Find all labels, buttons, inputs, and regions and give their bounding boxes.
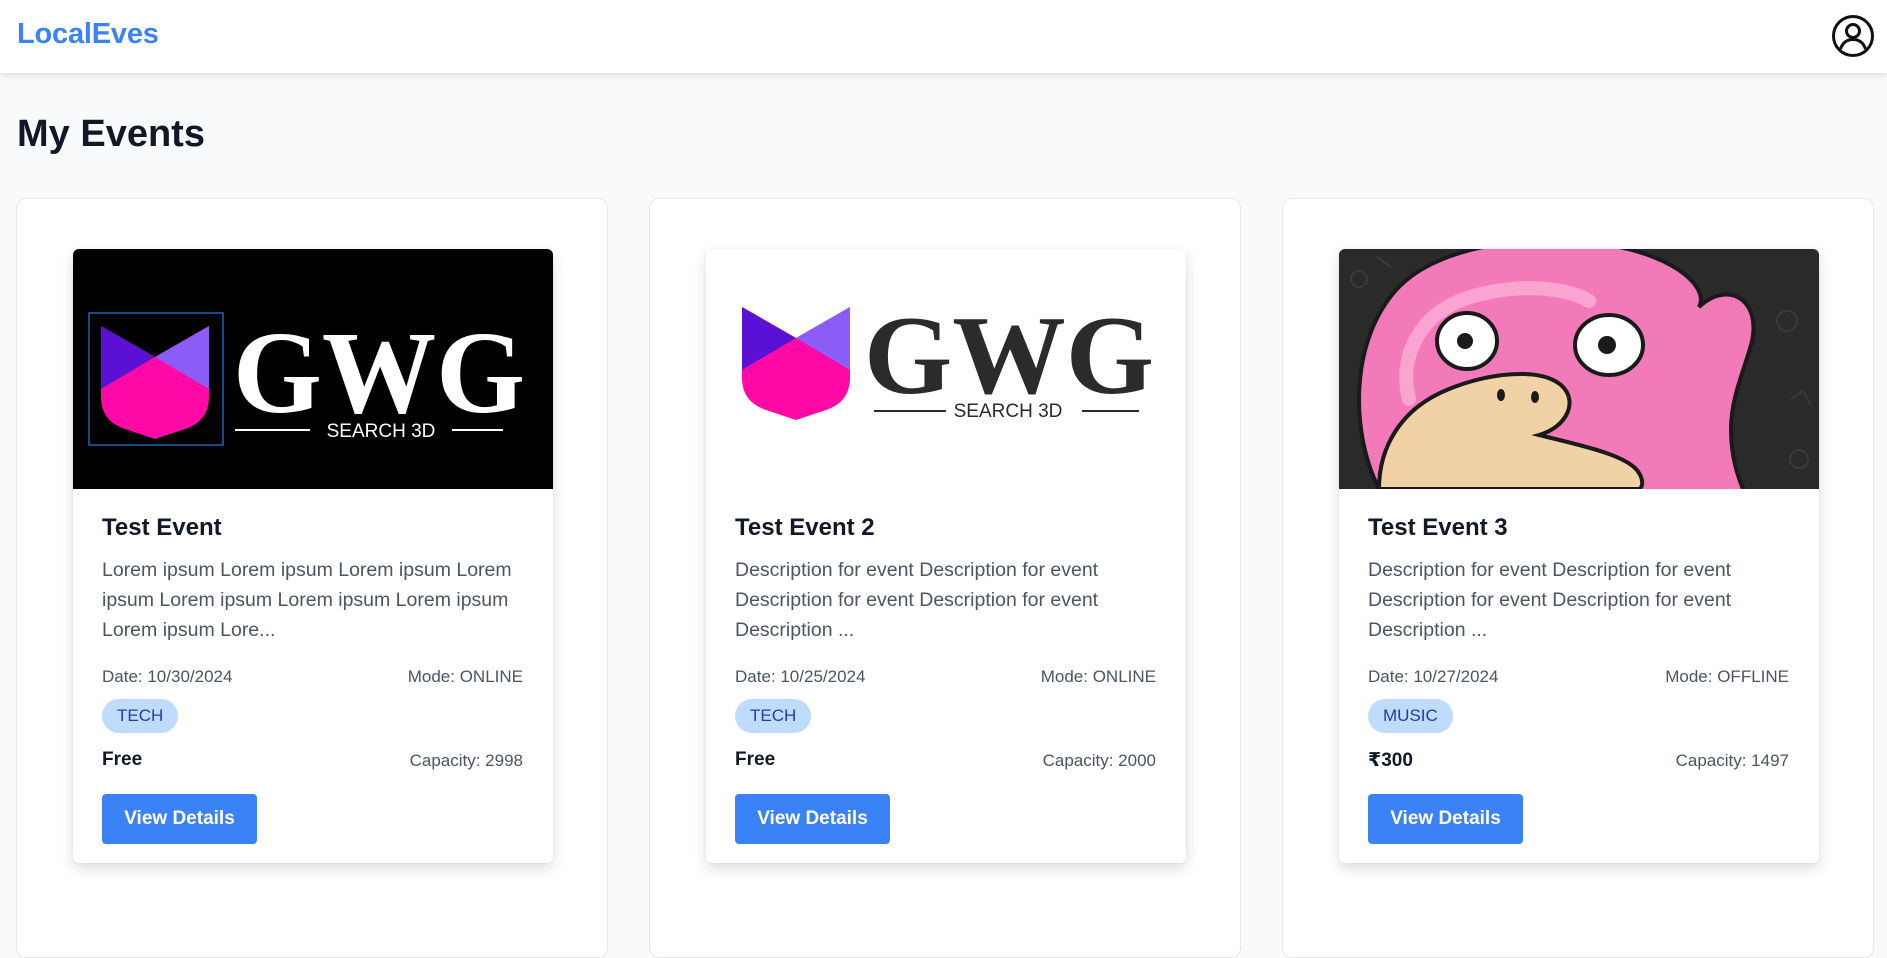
event-image[interactable]: GWG SEARCH 3D xyxy=(73,249,553,489)
navbar: LocalEves xyxy=(0,0,1887,73)
event-mode: Mode: OFFLINE xyxy=(1665,667,1789,686)
event-card-container: GWG SEARCH 3D Test Event 2 Description f… xyxy=(649,198,1241,958)
event-price: ₹300 xyxy=(1368,750,1413,771)
event-capacity: Capacity: 2998 xyxy=(409,751,523,770)
event-date: Date: 10/25/2024 xyxy=(735,667,866,686)
event-card: GWG SEARCH 3D Test Event 2 Description f… xyxy=(706,249,1186,863)
event-mode: Mode: ONLINE xyxy=(1040,667,1156,686)
category-badge: MUSIC xyxy=(1368,699,1453,733)
category-badge: TECH xyxy=(735,699,812,733)
event-title: Test Event 2 xyxy=(735,514,875,541)
event-card: GWG SEARCH 3D Test Event Lorem ipsum Lor… xyxy=(73,249,553,863)
event-mode: Mode: ONLINE xyxy=(407,667,523,686)
event-date: Date: 10/27/2024 xyxy=(1368,667,1499,686)
event-title: Test Event xyxy=(102,514,222,541)
logo-mark-text: GWG xyxy=(864,294,1154,418)
event-title: Test Event 3 xyxy=(1368,514,1508,541)
logo-sub-text: SEARCH 3D xyxy=(327,421,436,442)
view-details-button[interactable]: View Details xyxy=(102,794,257,844)
event-card: Test Event 3 Description for event Descr… xyxy=(1339,249,1819,863)
brand-logo[interactable]: LocalEves xyxy=(17,18,159,51)
event-description: Description for event Description for ev… xyxy=(735,559,1099,641)
event-date: Date: 10/30/2024 xyxy=(102,667,233,686)
view-details-button[interactable]: View Details xyxy=(1368,794,1523,844)
event-price: Free xyxy=(735,749,776,770)
logo-mark-text: GWG xyxy=(233,307,525,438)
event-description: Description for event Description for ev… xyxy=(1368,559,1732,641)
event-capacity: Capacity: 2000 xyxy=(1042,751,1156,770)
event-image[interactable]: GWG SEARCH 3D xyxy=(706,249,1186,489)
event-image[interactable] xyxy=(1339,249,1819,489)
user-circle-icon[interactable] xyxy=(1831,14,1875,58)
event-card-container: Test Event 3 Description for event Descr… xyxy=(1282,198,1874,958)
view-details-button[interactable]: View Details xyxy=(735,794,890,844)
category-badge: TECH xyxy=(102,699,179,733)
event-description: Lorem ipsum Lorem ipsum Lorem ipsum Lore… xyxy=(102,559,512,641)
page-title: My Events xyxy=(17,113,205,155)
event-price: Free xyxy=(102,749,143,770)
event-card-container: GWG SEARCH 3D Test Event Lorem ipsum Lor… xyxy=(16,198,608,958)
event-capacity: Capacity: 1497 xyxy=(1675,751,1789,770)
logo-sub-text: SEARCH 3D xyxy=(954,401,1063,422)
